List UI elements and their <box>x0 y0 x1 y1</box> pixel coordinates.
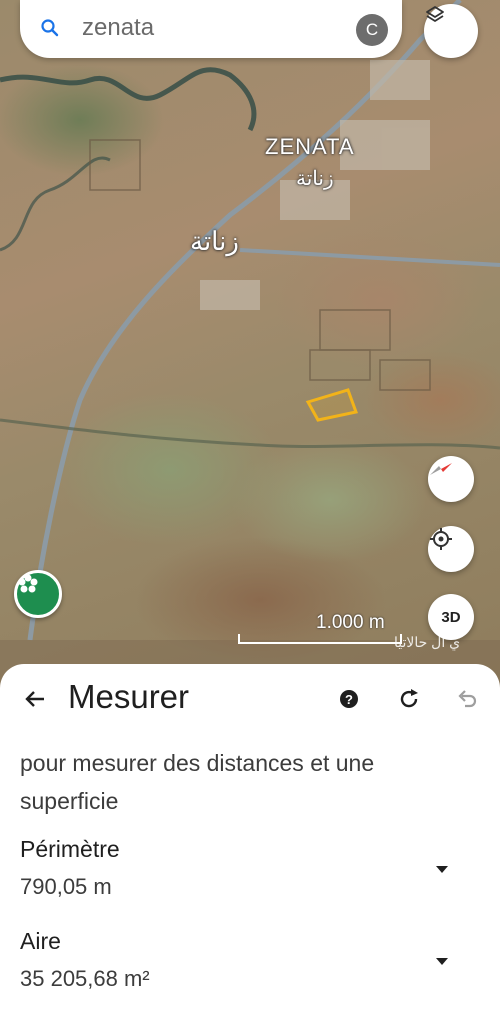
map-label-arabic-small: زناتة <box>296 168 334 190</box>
sheet-title: Mesurer <box>68 678 190 715</box>
svg-text:?: ? <box>345 692 353 707</box>
map-label-arabic-large: زناتة <box>190 226 239 256</box>
measure-instructions: pour mesurer des distances et une superf… <box>20 750 375 814</box>
perimeter-expand[interactable] <box>432 860 452 880</box>
poi-marker[interactable] <box>14 570 62 618</box>
map-label-zenata: ZENATA <box>265 134 355 159</box>
perimeter-row[interactable]: Périmètre 790,05 m <box>0 836 500 916</box>
perimeter-value: 790,05 m <box>20 874 112 899</box>
arrow-back-icon <box>23 687 47 716</box>
layers-button[interactable] <box>424 4 478 58</box>
refresh-icon <box>397 687 421 716</box>
area-value: 35 205,68 m² <box>20 966 150 991</box>
account-avatar[interactable]: C <box>356 14 388 46</box>
map-scale-bar <box>238 634 402 644</box>
map-view[interactable]: zenata C ZENATA زناتة زناتة 3D 1.000 m ي… <box>0 0 500 700</box>
undo-button[interactable] <box>452 686 482 716</box>
map-terrain <box>0 0 500 700</box>
my-location-button[interactable] <box>428 526 474 572</box>
map-watermark: ي ال حالاتيا <box>394 634 461 650</box>
area-row[interactable]: Aire 35 205,68 m² <box>0 928 500 1008</box>
help-icon: ? <box>339 689 359 714</box>
map-scale-label: 1.000 m <box>316 612 385 633</box>
area-expand[interactable] <box>432 952 452 972</box>
search-query-text[interactable]: zenata <box>82 14 154 42</box>
back-button[interactable] <box>18 684 52 718</box>
help-button[interactable]: ? <box>336 688 362 714</box>
measured-area-polygon <box>305 388 359 422</box>
perimeter-label: Périmètre <box>20 836 120 862</box>
search-icon <box>40 18 60 38</box>
caret-down-icon <box>436 861 448 879</box>
refresh-button[interactable] <box>394 686 424 716</box>
area-label: Aire <box>20 928 61 954</box>
search-bar[interactable]: zenata C <box>20 0 402 58</box>
compass-button[interactable] <box>428 456 474 502</box>
undo-icon <box>455 687 479 716</box>
measure-sheet-header: Mesurer ? <box>0 664 500 734</box>
caret-down-icon <box>436 953 448 971</box>
